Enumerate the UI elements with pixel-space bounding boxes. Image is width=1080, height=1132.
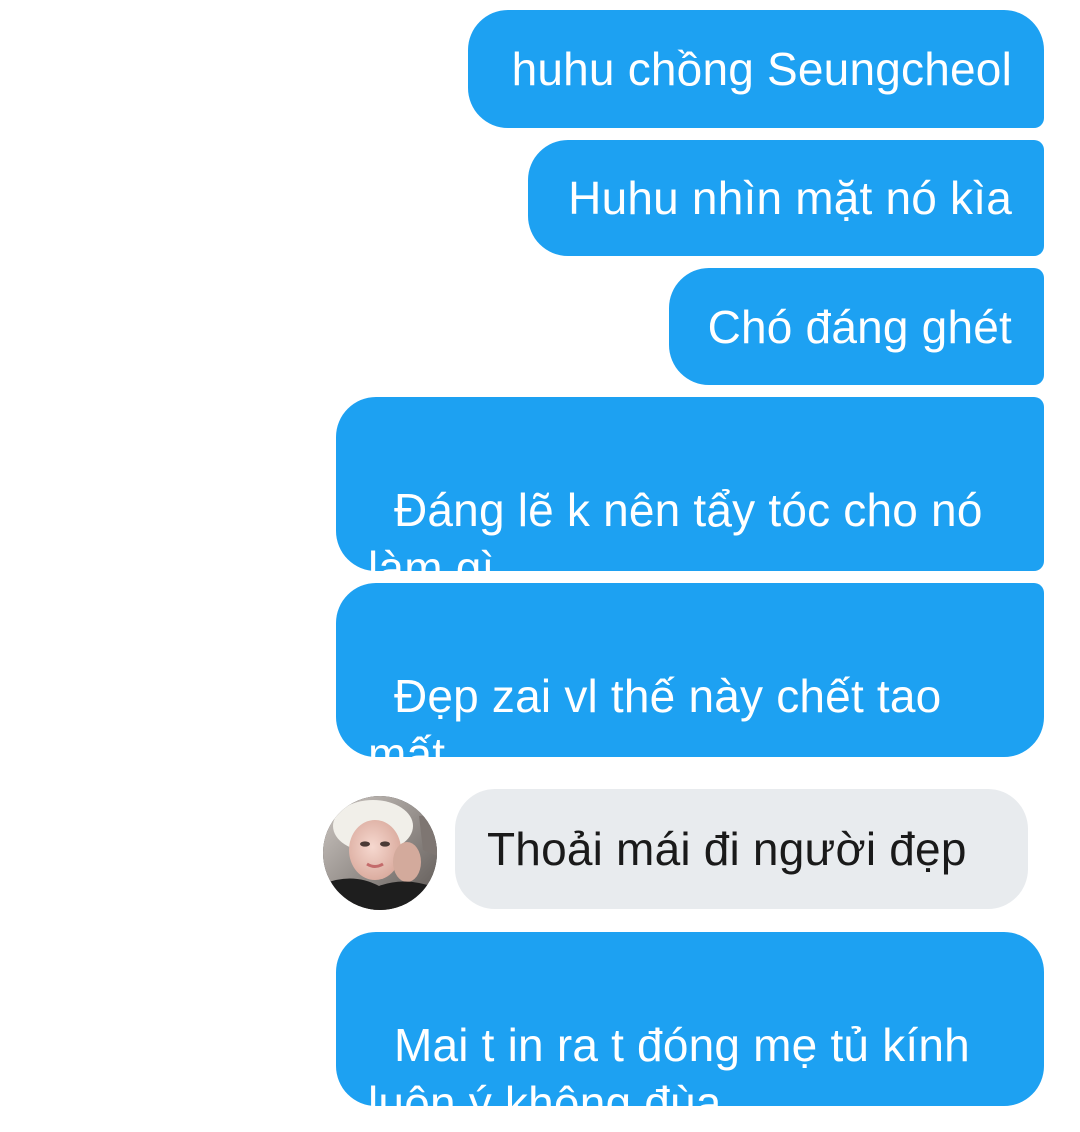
- user-avatar[interactable]: [323, 796, 437, 910]
- message-bubble-outgoing[interactable]: Mai t in ra t đóng mẹ tủ kính luôn ý khô…: [336, 932, 1044, 1129]
- message-text: Thoải mái đi người đẹp: [487, 823, 967, 875]
- message-text: Mai t in ra t đóng mẹ tủ kính luôn ý khô…: [368, 1019, 970, 1129]
- message-bubble-outgoing[interactable]: huhu chồng Seungcheol: [468, 10, 1044, 128]
- message-bubble-outgoing[interactable]: Đẹp zai vl thế này chết tao mất: [336, 583, 1044, 780]
- message-text: huhu chồng Seungcheol: [511, 43, 1012, 95]
- message-bubble-incoming[interactable]: Thoải mái đi người đẹp: [455, 789, 1028, 909]
- message-text: Đẹp zai vl thế này chết tao mất: [368, 670, 942, 780]
- user-avatar-photo: [323, 796, 437, 910]
- message-bubble-outgoing[interactable]: Đáng lẽ k nên tẩy tóc cho nó làm gì: [336, 397, 1044, 594]
- message-text: Đáng lẽ k nên tẩy tóc cho nó làm gì: [368, 484, 983, 594]
- message-text: Chó đáng ghét: [707, 300, 1012, 353]
- message-bubble-outgoing[interactable]: Chó đáng ghét: [669, 268, 1044, 385]
- message-text: Huhu nhìn mặt nó kìa: [568, 172, 1012, 224]
- message-bubble-outgoing[interactable]: Huhu nhìn mặt nó kìa: [528, 140, 1044, 256]
